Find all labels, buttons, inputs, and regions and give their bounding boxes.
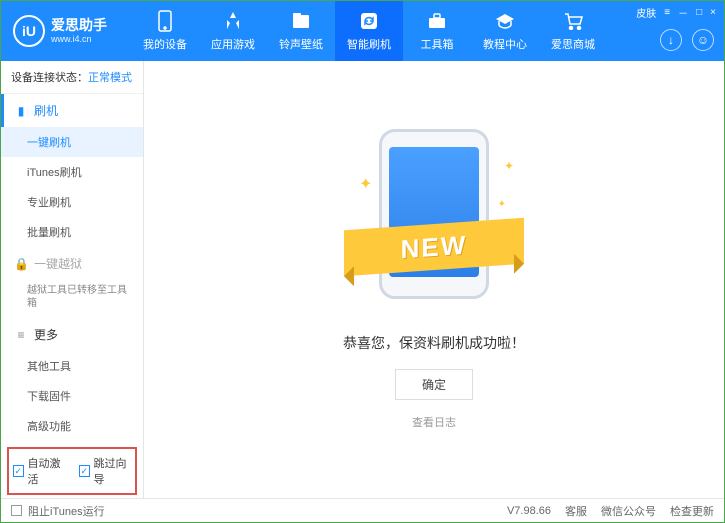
app-name: 爱思助手 bbox=[51, 18, 107, 33]
nav-label: 教程中心 bbox=[483, 36, 527, 52]
sidebar-item-batch-flash[interactable]: 批量刷机 bbox=[1, 217, 143, 247]
checkbox-icon bbox=[11, 505, 22, 516]
jailbreak-note: 越狱工具已转移至工具箱 bbox=[1, 280, 143, 318]
app-header: iU 爱思助手 www.i4.cn 我的设备 应用游戏 铃声壁纸 智能刷机 工具… bbox=[1, 1, 724, 61]
phone-icon: ▮ bbox=[14, 104, 28, 118]
nav-store[interactable]: 爱思商城 bbox=[539, 1, 607, 61]
version-label: V7.98.66 bbox=[507, 505, 551, 517]
sidebar-item-itunes-flash[interactable]: iTunes刷机 bbox=[1, 157, 143, 187]
nav-label: 我的设备 bbox=[143, 36, 187, 52]
phone-icon bbox=[154, 10, 176, 32]
skin-button[interactable]: 皮肤 bbox=[636, 5, 656, 20]
logo-icon: iU bbox=[13, 15, 45, 47]
sparkle-icon: ✦ bbox=[359, 174, 372, 194]
logo-area: iU 爱思助手 www.i4.cn bbox=[1, 15, 131, 47]
sparkle-icon: ✦ bbox=[504, 159, 514, 173]
refresh-icon bbox=[358, 10, 380, 32]
check-icon: ✓ bbox=[13, 465, 24, 477]
connection-status: 设备连接状态：正常模式 bbox=[1, 61, 143, 94]
list-icon: ≡ bbox=[14, 328, 28, 342]
sparkle-icon: ✦ bbox=[498, 199, 506, 210]
nav-label: 智能刷机 bbox=[347, 36, 391, 52]
maximize-button[interactable]: □ bbox=[696, 7, 702, 18]
check-icon: ✓ bbox=[79, 465, 90, 477]
sidebar-item-advanced[interactable]: 高级功能 bbox=[1, 411, 143, 441]
nav-my-device[interactable]: 我的设备 bbox=[131, 1, 199, 61]
close-button[interactable]: × bbox=[710, 7, 716, 18]
app-site: www.i4.cn bbox=[51, 34, 107, 44]
nav-label: 工具箱 bbox=[421, 36, 454, 52]
success-message: 恭喜您，保资料刷机成功啦！ bbox=[343, 333, 525, 353]
folder-icon bbox=[290, 10, 312, 32]
nav-label: 爱思商城 bbox=[551, 36, 595, 52]
graduation-icon bbox=[494, 10, 516, 32]
sidebar-item-download-fw[interactable]: 下载固件 bbox=[1, 381, 143, 411]
top-nav: 我的设备 应用游戏 铃声壁纸 智能刷机 工具箱 教程中心 爱思商城 bbox=[131, 1, 724, 61]
checkbox-highlight-box: ✓自动激活 ✓跳过向导 bbox=[7, 447, 137, 495]
sidebar-item-other-tools[interactable]: 其他工具 bbox=[1, 351, 143, 381]
connection-mode: 正常模式 bbox=[88, 72, 132, 84]
checkbox-auto-activate[interactable]: ✓自动激活 bbox=[13, 455, 65, 487]
view-log-link[interactable]: 查看日志 bbox=[412, 414, 456, 430]
status-bar: 阻止iTunes运行 V7.98.66 客服 微信公众号 检查更新 bbox=[1, 498, 724, 522]
sidebar-group-jailbreak: 🔒 一键越狱 bbox=[1, 247, 143, 280]
main-content: ✦ ✦ ✦ NEW 恭喜您，保资料刷机成功啦！ 确定 查看日志 bbox=[144, 61, 724, 498]
cart-icon bbox=[562, 10, 584, 32]
header-aux-icons: ↓ ☺ bbox=[660, 29, 714, 51]
sidebar-item-oneclick-flash[interactable]: 一键刷机 bbox=[1, 127, 143, 157]
download-icon[interactable]: ↓ bbox=[660, 29, 682, 51]
wechat-link[interactable]: 微信公众号 bbox=[601, 503, 656, 519]
minimize-button[interactable]: － bbox=[678, 5, 688, 20]
nav-flash[interactable]: 智能刷机 bbox=[335, 1, 403, 61]
nav-apps[interactable]: 应用游戏 bbox=[199, 1, 267, 61]
nav-label: 应用游戏 bbox=[211, 36, 255, 52]
apps-icon bbox=[222, 10, 244, 32]
nav-label: 铃声壁纸 bbox=[279, 36, 323, 52]
lock-icon: 🔒 bbox=[14, 257, 28, 271]
sidebar-item-pro-flash[interactable]: 专业刷机 bbox=[1, 187, 143, 217]
nav-ringtones[interactable]: 铃声壁纸 bbox=[267, 1, 335, 61]
nav-tutorials[interactable]: 教程中心 bbox=[471, 1, 539, 61]
support-link[interactable]: 客服 bbox=[565, 503, 587, 519]
menu-button[interactable]: ≡ bbox=[664, 7, 670, 18]
ok-button[interactable]: 确定 bbox=[395, 369, 473, 400]
sidebar: 设备连接状态：正常模式 ▮ 刷机 一键刷机 iTunes刷机 专业刷机 批量刷机… bbox=[1, 61, 144, 498]
sidebar-group-flash[interactable]: ▮ 刷机 bbox=[1, 94, 143, 127]
user-icon[interactable]: ☺ bbox=[692, 29, 714, 51]
sidebar-group-more[interactable]: ≡ 更多 bbox=[1, 318, 143, 351]
checkbox-block-itunes[interactable]: 阻止iTunes运行 bbox=[11, 503, 105, 519]
window-controls: 皮肤 ≡ － □ × bbox=[636, 5, 716, 20]
checkbox-skip-guide[interactable]: ✓跳过向导 bbox=[79, 455, 131, 487]
nav-toolbox[interactable]: 工具箱 bbox=[403, 1, 471, 61]
check-update-link[interactable]: 检查更新 bbox=[670, 503, 714, 519]
toolbox-icon bbox=[426, 10, 448, 32]
new-banner: NEW bbox=[344, 218, 524, 277]
success-illustration: ✦ ✦ ✦ NEW bbox=[354, 129, 514, 319]
